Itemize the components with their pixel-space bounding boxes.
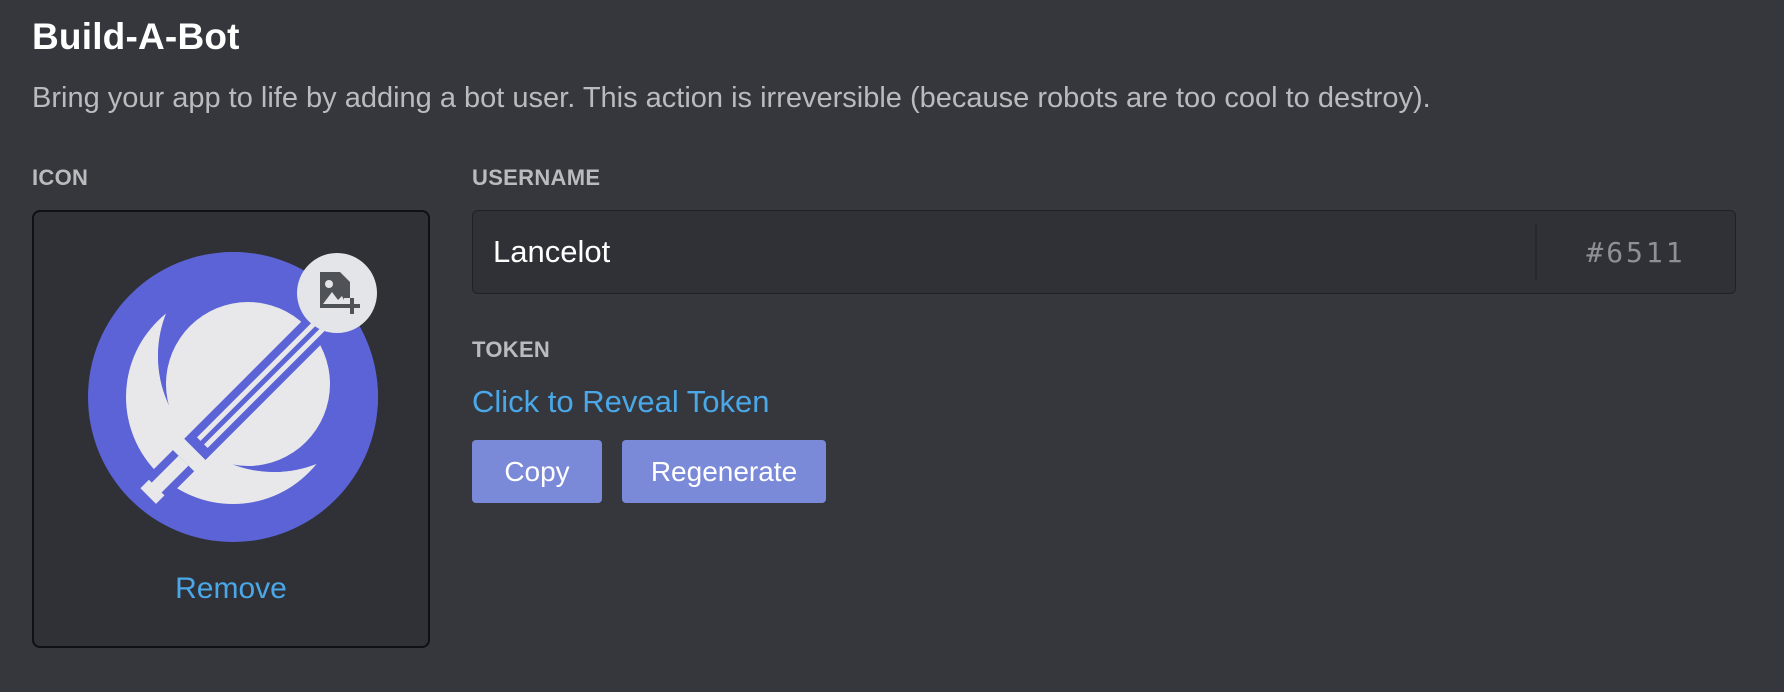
page-title: Build-A-Bot [32, 16, 240, 57]
username-input[interactable] [473, 211, 1535, 293]
copy-button[interactable]: Copy [472, 440, 602, 503]
image-add-icon [320, 272, 360, 314]
regenerate-button[interactable]: Regenerate [622, 440, 826, 503]
discriminator: #6511 [1586, 235, 1686, 269]
upload-image-button[interactable] [297, 253, 377, 333]
username-field[interactable]: #6511 [472, 210, 1736, 294]
reveal-token-link[interactable]: Click to Reveal Token [472, 384, 770, 420]
username-section-label: USERNAME [472, 165, 601, 190]
icon-section-label: ICON [32, 165, 89, 190]
page-description: Bring your app to life by adding a bot u… [32, 82, 1431, 114]
remove-icon-link[interactable]: Remove [34, 572, 428, 606]
token-section-label: TOKEN [472, 337, 551, 362]
icon-uploader[interactable]: Remove [32, 210, 430, 648]
